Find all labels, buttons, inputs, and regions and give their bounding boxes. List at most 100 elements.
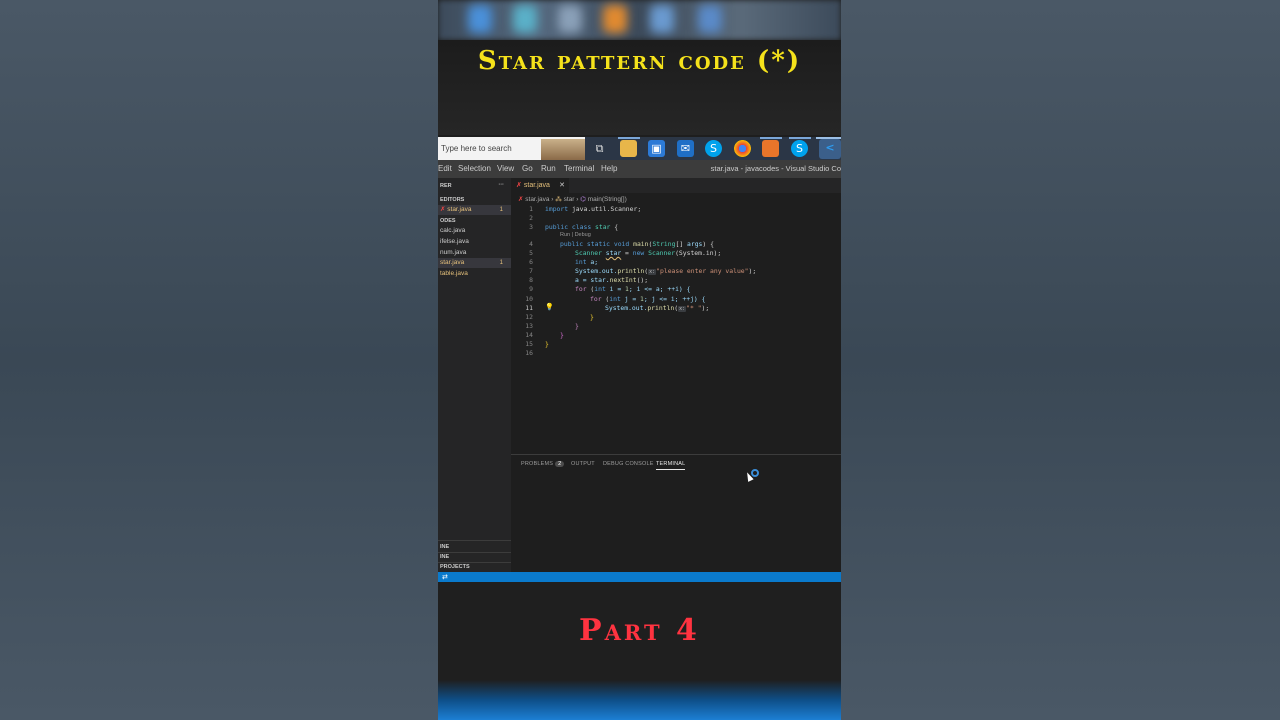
blurred-icon — [558, 5, 582, 33]
tab-problems[interactable]: PROBLEMS 2 — [521, 461, 565, 467]
code-line: a = star.nextInt(); — [575, 276, 649, 284]
file-label: ifelse.java — [440, 238, 469, 245]
file-item-selected[interactable]: star.java 1 — [438, 258, 511, 268]
timeline-header[interactable]: INE — [438, 552, 511, 562]
menu-run[interactable]: Run — [541, 164, 556, 173]
menu-edit[interactable]: Edit — [438, 164, 452, 173]
method-icon: ⌬ — [580, 196, 586, 203]
code-line-current: System.out.println(x:"* "); — [605, 304, 710, 312]
code-line: } — [590, 313, 594, 321]
codelens-run-debug[interactable]: Run | Debug — [560, 232, 591, 238]
java-file-icon: ✗ — [516, 182, 522, 189]
open-editor-label: star.java — [447, 206, 472, 213]
blurred-icon — [603, 5, 627, 33]
java-file-icon: ✗ — [440, 206, 446, 213]
menu-view[interactable]: View — [497, 164, 514, 173]
skype-notify-icon[interactable]: S — [791, 140, 808, 157]
chrome-icon[interactable] — [734, 140, 751, 157]
file-item[interactable]: calc.java — [438, 226, 511, 236]
line-number: 3 — [529, 223, 533, 231]
code-line: } — [545, 340, 549, 348]
class-icon: ⁂ — [555, 196, 562, 203]
code-line: public static void main(String[] args) { — [560, 240, 714, 248]
vscode-icon[interactable]: < — [819, 139, 841, 159]
divider — [438, 540, 511, 541]
file-item[interactable]: table.java — [438, 269, 511, 279]
line-number: 8 — [529, 276, 533, 284]
background-left — [0, 0, 438, 720]
status-bar: ⇄ — [438, 572, 841, 582]
line-number: 10 — [525, 295, 533, 303]
menu-selection[interactable]: Selection — [458, 164, 491, 173]
breadcrumb-file[interactable]: star.java — [525, 196, 549, 203]
menu-go[interactable]: Go — [522, 164, 533, 173]
file-label: num.java — [440, 249, 467, 256]
line-number: 13 — [525, 322, 533, 330]
blurred-icon — [650, 5, 674, 33]
taskbar-active-indicator — [760, 137, 782, 139]
file-explorer-icon[interactable] — [620, 140, 637, 157]
tab-debug-console[interactable]: DEBUG CONSOLE — [603, 461, 654, 467]
explorer-sidebar: RER ··· EDITORS ✗ star.java 1 ODES calc.… — [438, 178, 511, 572]
code-line: } — [560, 331, 564, 339]
menu-help[interactable]: Help — [601, 164, 617, 173]
breadcrumb-method[interactable]: main(String[]) — [588, 196, 627, 203]
menu-terminal[interactable]: Terminal — [564, 164, 594, 173]
line-number: 9 — [529, 285, 533, 293]
file-label: calc.java — [440, 227, 466, 234]
video-frame: Star pattern code (*) Type here to searc… — [438, 0, 841, 720]
java-file-icon: ✗ — [518, 196, 524, 203]
close-icon[interactable]: ✕ — [559, 181, 565, 189]
outline-header[interactable]: INE — [438, 542, 511, 552]
line-number-current: 11 — [525, 304, 533, 312]
bottom-glow — [438, 680, 841, 720]
search-placeholder: Type here to search — [441, 144, 512, 153]
line-number: 2 — [529, 214, 533, 222]
line-number: 12 — [525, 313, 533, 321]
file-item[interactable]: num.java — [438, 248, 511, 258]
lightbulb-icon[interactable]: 💡 — [545, 303, 554, 311]
search-highlight-image — [541, 139, 585, 160]
more-actions-icon[interactable]: ··· — [499, 180, 505, 190]
line-number: 14 — [525, 331, 533, 339]
problem-badge: 1 — [499, 260, 503, 266]
line-number: 1 — [529, 205, 533, 213]
remote-icon[interactable]: ⇄ — [442, 572, 448, 582]
tab-output[interactable]: OUTPUT — [571, 461, 595, 467]
task-view-icon[interactable]: ⧉ — [591, 140, 608, 157]
code-line: for (int j = 1; j <= i; ++j) { — [590, 295, 706, 303]
blurred-icon — [513, 5, 537, 33]
taskbar-search-input[interactable]: Type here to search — [438, 137, 585, 160]
mail-icon[interactable]: ✉ — [677, 140, 694, 157]
projects-header[interactable]: PROJECTS — [438, 562, 511, 572]
folder-header[interactable]: ODES — [438, 216, 511, 226]
blurred-header — [438, 0, 841, 40]
line-number: 16 — [525, 349, 533, 357]
tab-star-java[interactable]: ✗ star.java ✕ — [511, 178, 569, 193]
store-icon[interactable]: ▣ — [648, 140, 665, 157]
code-line: } — [575, 322, 579, 330]
line-number: 4 — [529, 240, 533, 248]
bottom-panel: PROBLEMS 2 OUTPUT DEBUG CONSOLE TERMINAL — [511, 454, 841, 572]
taskbar-active-indicator — [618, 137, 640, 139]
video-title: Star pattern code (*) — [477, 46, 802, 76]
code-line: import java.util.Scanner; — [545, 205, 642, 213]
open-editor-item[interactable]: ✗ star.java 1 — [438, 205, 511, 215]
windows-taskbar: Type here to search ⧉ ▣ ✉ S S < — [438, 137, 841, 160]
code-editor[interactable]: 1 2 3 4 5 6 7 8 9 10 11 12 13 14 15 16 i… — [511, 204, 841, 454]
tab-terminal[interactable]: TERMINAL — [656, 461, 686, 470]
taskbar-active-indicator — [789, 137, 811, 139]
problems-count-badge: 2 — [555, 461, 565, 467]
explorer-label: RER — [440, 183, 452, 189]
skype-icon[interactable]: S — [705, 140, 722, 157]
breadcrumb-class[interactable]: star — [564, 196, 575, 203]
line-number: 7 — [529, 267, 533, 275]
code-line: for (int i = 1; i <= a; ++i) { — [575, 285, 691, 293]
line-number: 15 — [525, 340, 533, 348]
open-editors-header[interactable]: EDITORS — [438, 195, 511, 205]
app-icon[interactable] — [762, 140, 779, 157]
explorer-header: RER ··· — [438, 181, 511, 191]
line-number: 5 — [529, 249, 533, 257]
editor-tabs: ✗ star.java ✕ — [511, 178, 841, 193]
file-item[interactable]: ifelse.java — [438, 237, 511, 247]
